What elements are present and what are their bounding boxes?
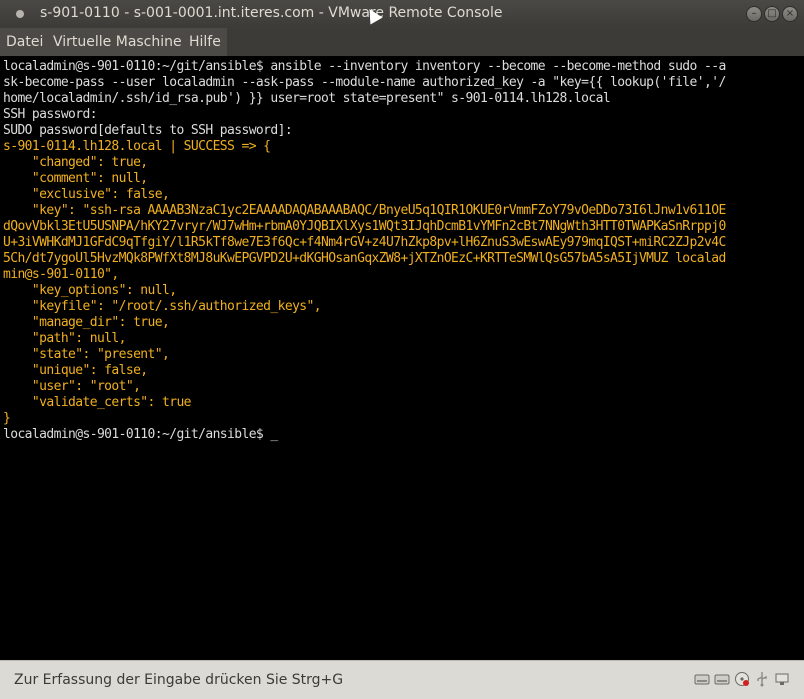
terminal-line: "manage_dir": true,: [3, 315, 170, 330]
menu-datei[interactable]: Datei: [6, 34, 43, 50]
status-bar: Zur Erfassung der Eingabe drücken Sie St…: [0, 660, 804, 699]
terminal-line: SSH password:: [3, 107, 98, 122]
window-menu-icon[interactable]: [16, 10, 24, 18]
terminal-line: localadmin@s-901-0110:~/git/ansible$ ans…: [3, 59, 726, 74]
terminal-line: "validate_certs": true: [3, 395, 192, 410]
terminal-line: "state": "present",: [3, 347, 170, 362]
cd-rom-icon[interactable]: [734, 671, 750, 687]
terminal-line: min@s-901-0110",: [3, 267, 119, 282]
terminal-line: dQovVbkl3EtU5USNPA/hKY27vryr/WJ7wHm+rbmA…: [3, 219, 726, 234]
terminal-line: "key": "ssh-rsa AAAAB3NzaC1yc2EAAAADAQAB…: [3, 203, 726, 218]
terminal-line: }: [3, 411, 11, 426]
terminal-line: s-901-0114.lh128.local | SUCCESS => {: [3, 139, 271, 154]
menu-hilfe[interactable]: Hilfe: [189, 34, 221, 50]
terminal-line: "keyfile": "/root/.ssh/authorized_keys",: [3, 299, 322, 314]
usb-icon[interactable]: [754, 671, 770, 687]
console-screen[interactable]: localadmin@s-901-0110:~/git/ansible$ ans…: [0, 56, 804, 660]
terminal-line: "comment": null,: [3, 171, 148, 186]
window-title: s-901-0110 - s-001-0001.int.iteres.com -…: [40, 5, 503, 21]
terminal-line: "user": "root",: [3, 379, 141, 394]
network-adapter-icon[interactable]: [774, 671, 790, 687]
terminal-line: "exclusive": false,: [3, 187, 170, 202]
hard-disk-icon[interactable]: [694, 671, 710, 687]
menu-virtuelle-maschine[interactable]: Virtuelle Maschine: [53, 34, 182, 50]
title-bar[interactable]: s-901-0110 - s-001-0001.int.iteres.com -…: [0, 0, 804, 28]
vmware-remote-console-window: s-901-0110 - s-001-0001.int.iteres.com -…: [0, 0, 804, 699]
terminal-line: "unique": false,: [3, 363, 148, 378]
maximize-button[interactable]: □: [764, 6, 780, 22]
terminal-line: 5Ch/dt7ygoUl5HvzMQk8PWfXt8MJ8uKwEPGVPD2U…: [3, 251, 726, 266]
terminal-line: U+3iVWHKdMJ1GFdC9qTfgiY/l1R5kTf8we7E3f6Q…: [3, 235, 726, 250]
terminal-line: home/localadmin/.ssh/id_rsa.pub') }} use…: [3, 91, 611, 106]
terminal-line: sk-become-pass --user localadmin --ask-p…: [3, 75, 726, 90]
close-button[interactable]: ×: [782, 6, 798, 22]
terminal-line: "path": null,: [3, 331, 127, 346]
terminal-line: "changed": true,: [3, 155, 148, 170]
terminal-line: SUDO password[defaults to SSH password]:: [3, 123, 293, 138]
minimize-button[interactable]: –: [746, 6, 762, 22]
status-hint: Zur Erfassung der Eingabe drücken Sie St…: [14, 672, 344, 688]
terminal-line: "key_options": null,: [3, 283, 177, 298]
hard-disk-2-icon[interactable]: [714, 671, 730, 687]
terminal-prompt-line: localadmin@s-901-0110:~/git/ansible$ _: [3, 427, 278, 442]
